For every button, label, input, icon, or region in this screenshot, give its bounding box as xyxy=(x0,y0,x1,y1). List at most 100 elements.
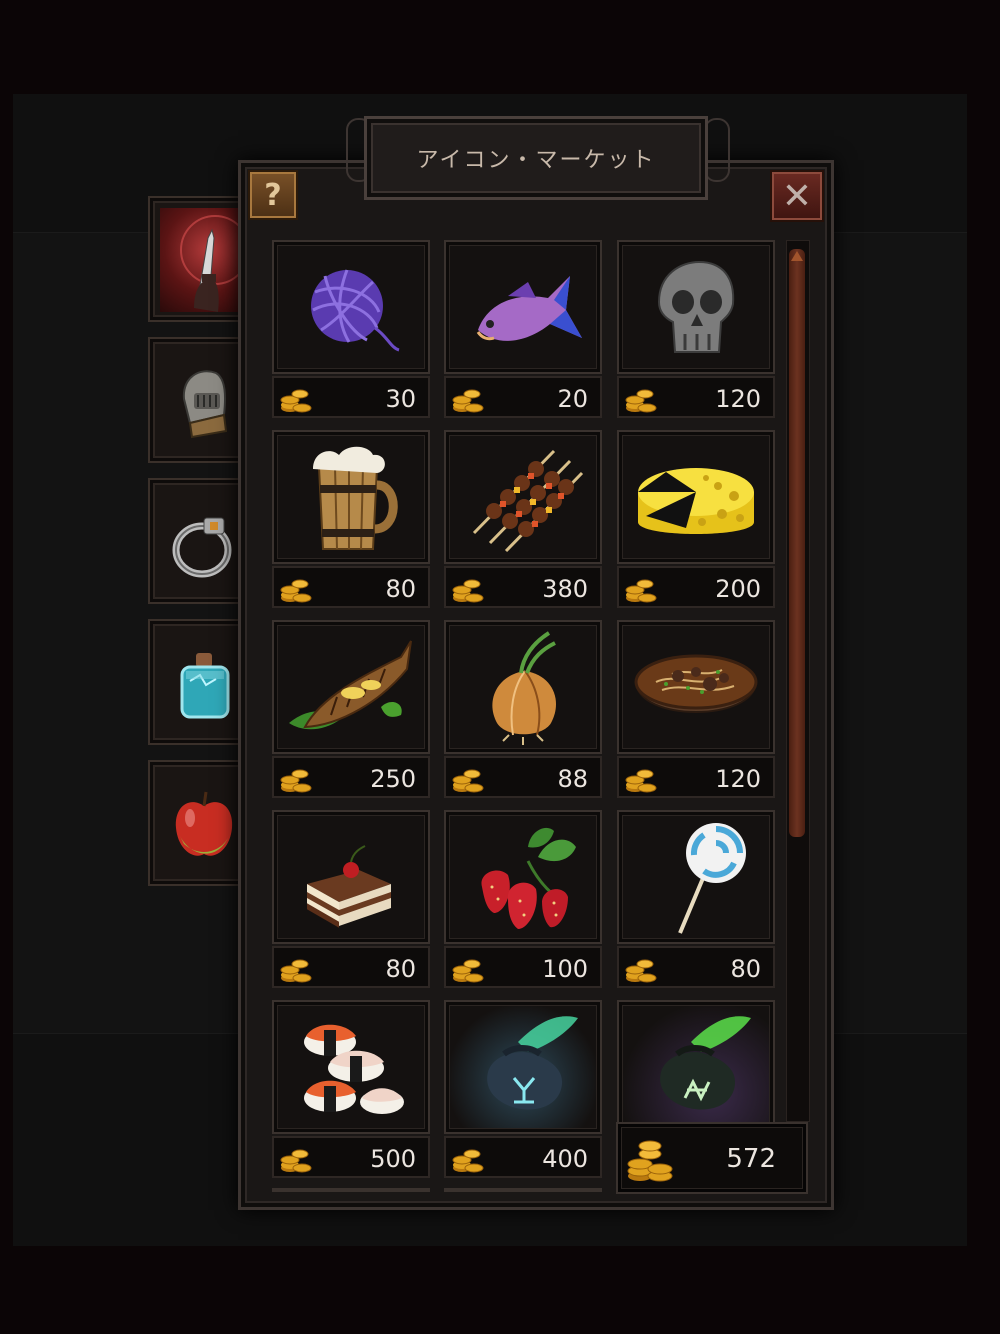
item-price: 400 xyxy=(542,1145,588,1173)
gold-coins-icon xyxy=(627,1140,673,1182)
price-tag: 100 xyxy=(444,946,602,988)
gold-coins-icon xyxy=(280,389,312,413)
close-icon: ✕ xyxy=(781,175,813,217)
item-price: 500 xyxy=(370,1145,416,1173)
item-image xyxy=(272,430,430,564)
yarn-ball-icon xyxy=(311,269,400,352)
soup-bowl-icon xyxy=(634,654,758,713)
price-tag: 80 xyxy=(272,566,430,608)
item-cell[interactable]: 400 xyxy=(444,1000,602,1178)
dagger-hand-icon xyxy=(160,208,240,312)
sushi-icon xyxy=(304,1024,404,1114)
price-tag: 80 xyxy=(272,946,430,988)
side-tab-weapon[interactable] xyxy=(148,196,248,322)
price-tag: 30 xyxy=(272,376,430,418)
help-button[interactable]: ? xyxy=(248,170,298,220)
price-tag: 120 xyxy=(617,756,775,798)
help-icon: ? xyxy=(264,177,282,213)
item-price: 80 xyxy=(385,575,416,603)
gold-coins-icon xyxy=(625,579,657,603)
gold-coins-icon xyxy=(280,1149,312,1173)
item-cell[interactable]: 88 xyxy=(444,620,602,798)
item-image xyxy=(272,810,430,944)
item-image xyxy=(272,1000,430,1134)
gold-coins-icon xyxy=(452,1149,484,1173)
gold-coins-icon xyxy=(280,769,312,793)
item-cell[interactable]: 500 xyxy=(272,1000,430,1178)
item-cell[interactable]: 80 xyxy=(617,810,775,988)
gold-coins-icon xyxy=(280,579,312,603)
price-tag: 120 xyxy=(617,376,775,418)
item-image xyxy=(617,810,775,944)
price-tag: 500 xyxy=(272,1136,430,1178)
price-tag: 380 xyxy=(444,566,602,608)
fish-icon xyxy=(476,276,582,341)
potion-bottle-icon xyxy=(160,631,240,735)
price-tag: 80 xyxy=(617,946,775,988)
gold-coins-icon xyxy=(452,959,484,983)
lollipop-icon xyxy=(678,823,746,934)
scrollbar[interactable] xyxy=(786,240,810,1122)
item-price: 250 xyxy=(370,765,416,793)
item-cell[interactable]: 80 xyxy=(272,430,430,608)
item-price: 30 xyxy=(385,385,416,413)
item-cell[interactable]: 80 xyxy=(272,810,430,988)
item-image xyxy=(617,1000,775,1134)
item-price: 88 xyxy=(557,765,588,793)
gold-coins-icon xyxy=(280,959,312,983)
item-price: 200 xyxy=(715,575,761,603)
next-row-edge xyxy=(272,1188,430,1192)
page-title: アイコン・マーケット xyxy=(416,148,656,173)
gold-coins-icon xyxy=(452,389,484,413)
item-cell[interactable]: 200 xyxy=(617,430,775,608)
item-price: 80 xyxy=(730,955,761,983)
scrollbar-thumb[interactable] xyxy=(789,249,805,837)
price-tag: 200 xyxy=(617,566,775,608)
onion-icon xyxy=(492,631,556,745)
close-button[interactable]: ✕ xyxy=(770,170,824,222)
item-cell[interactable]: 30 xyxy=(272,240,430,418)
ring-icon xyxy=(160,490,240,594)
item-image xyxy=(444,620,602,754)
item-cell[interactable]: 20 xyxy=(444,240,602,418)
skull-icon xyxy=(657,260,735,353)
gold-amount: 572 xyxy=(726,1144,776,1174)
gold-balance: 572 xyxy=(616,1122,808,1194)
cake-icon xyxy=(307,845,391,928)
gold-coins-icon xyxy=(452,769,484,793)
price-tag: 20 xyxy=(444,376,602,418)
apple-icon xyxy=(160,772,240,876)
item-price: 120 xyxy=(715,765,761,793)
item-image xyxy=(444,810,602,944)
item-image xyxy=(444,240,602,374)
side-tab-armor[interactable] xyxy=(148,337,248,463)
grilled-fish-icon xyxy=(289,640,412,730)
gold-coins-icon xyxy=(452,579,484,603)
item-image xyxy=(617,240,775,374)
item-cell[interactable]: 100 xyxy=(444,810,602,988)
strawberry-icon xyxy=(481,827,576,929)
title-plate: アイコン・マーケット xyxy=(364,116,708,200)
item-cell[interactable]: 120 xyxy=(617,240,775,418)
item-cell[interactable]: 380 xyxy=(444,430,602,608)
item-image xyxy=(272,240,430,374)
item-cell[interactable]: 250 xyxy=(272,620,430,798)
kebab-icon xyxy=(472,449,584,553)
item-image xyxy=(617,430,775,564)
next-row-edge xyxy=(444,1188,602,1192)
rune-pouch-icon xyxy=(660,1016,751,1110)
item-image xyxy=(272,620,430,754)
price-tag: 250 xyxy=(272,756,430,798)
item-price: 100 xyxy=(542,955,588,983)
gold-coins-icon xyxy=(625,389,657,413)
item-price: 380 xyxy=(542,575,588,603)
item-cell[interactable]: 120 xyxy=(617,620,775,798)
cheese-icon xyxy=(638,468,754,534)
side-tab-potion[interactable] xyxy=(148,619,248,745)
side-tab-accessory[interactable] xyxy=(148,478,248,604)
side-tab-food[interactable] xyxy=(148,760,248,886)
item-image xyxy=(617,620,775,754)
price-tag: 400 xyxy=(444,1136,602,1178)
scroll-up-icon xyxy=(791,251,803,261)
price-tag: 88 xyxy=(444,756,602,798)
